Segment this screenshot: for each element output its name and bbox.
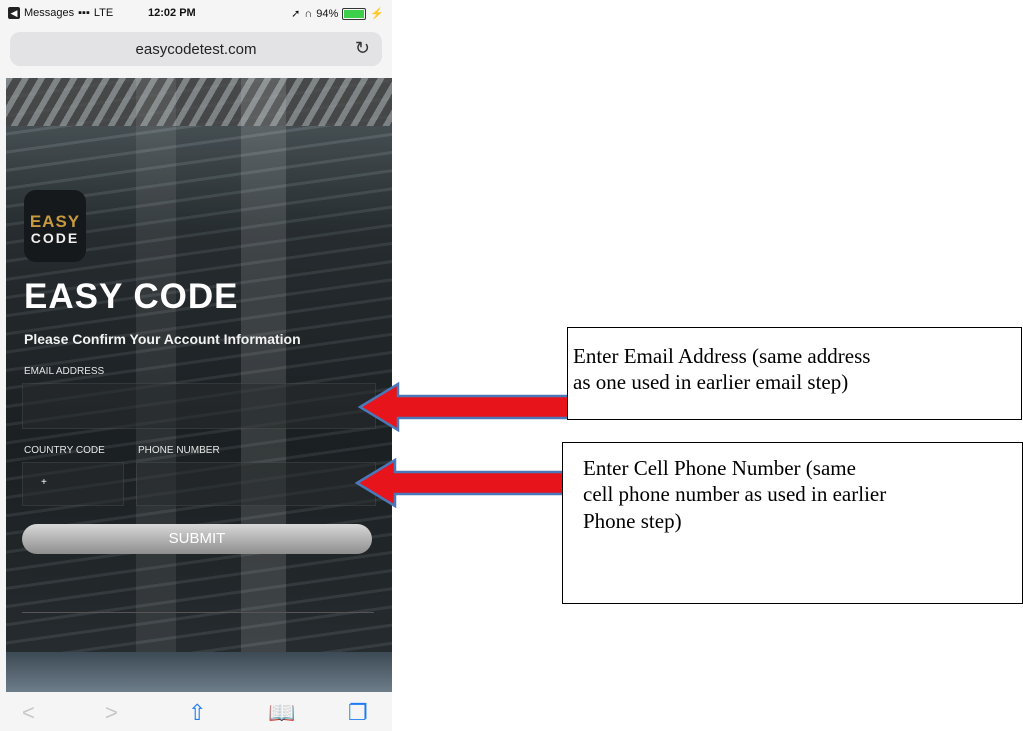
phone-number-input[interactable] <box>136 462 376 506</box>
safari-toolbar: < > ⇧ 📖 ❐ <box>0 692 392 731</box>
background-photo-bottom <box>6 652 392 692</box>
page-title: EASY CODE <box>24 277 239 316</box>
back-app-label[interactable]: Messages <box>24 7 74 19</box>
status-time: 12:02 PM <box>148 7 196 19</box>
phone-number-label: PHONE NUMBER <box>138 445 220 456</box>
arrow-to-phone-field <box>355 457 569 509</box>
email-input[interactable] <box>22 383 376 429</box>
battery-percent: 94% <box>316 7 339 20</box>
submit-button[interactable]: SUBMIT <box>22 524 372 554</box>
forward-arrow-icon[interactable]: > <box>105 700 118 726</box>
phone-callout-line2: cell phone number as used in earlier <box>583 482 887 507</box>
back-to-app-icon[interactable]: ◀ <box>8 7 20 19</box>
battery-icon <box>342 7 367 20</box>
phone-instruction-callout: Enter Cell Phone Number (same cell phone… <box>562 442 1023 604</box>
back-arrow-icon[interactable]: < <box>22 700 35 726</box>
page-subtitle: Please Confirm Your Account Information <box>24 331 301 347</box>
bookmarks-icon[interactable]: 📖 <box>268 700 295 726</box>
headphones-icon: ∩ <box>304 7 313 20</box>
logo-line2: CODE <box>30 230 80 246</box>
logo-line1: EASY <box>29 212 81 231</box>
easy-code-logo: EASY CODE <box>24 190 86 262</box>
phone-screenshot: ◀ Messages ▪▪▪ LTE 12:02 PM ➚ ∩ 94% ⚡ ea… <box>0 0 392 731</box>
country-code-value: + <box>41 477 47 488</box>
email-label: EMAIL ADDRESS <box>24 366 105 377</box>
address-bar[interactable]: easycodetest.com ↻ <box>10 32 382 66</box>
signal-icon: ▪▪▪ <box>78 7 90 19</box>
email-instruction-callout: Enter Email Address (same address as one… <box>567 327 1022 420</box>
reload-icon[interactable]: ↻ <box>355 38 370 59</box>
status-bar: ◀ Messages ▪▪▪ LTE 12:02 PM ➚ ∩ 94% ⚡ <box>0 0 392 28</box>
background-photo-top <box>6 78 392 126</box>
share-icon[interactable]: ⇧ <box>188 700 206 726</box>
phone-callout-line1: Enter Cell Phone Number (same <box>583 456 856 480</box>
web-page: EASY CODE EASY CODE Please Confirm Your … <box>6 78 392 692</box>
email-callout-line1: Enter Email Address (same address <box>573 344 871 368</box>
country-code-input[interactable]: + <box>22 462 124 506</box>
email-callout-line2: as one used in earlier email step) <box>573 370 849 395</box>
url-text[interactable]: easycodetest.com <box>10 41 382 58</box>
location-icon: ➚ <box>291 8 301 20</box>
charging-icon: ⚡ <box>370 8 384 20</box>
network-label: LTE <box>93 7 114 19</box>
country-code-label: COUNTRY CODE <box>24 445 105 456</box>
divider <box>22 612 374 613</box>
phone-callout-line3: Phone step) <box>583 508 682 533</box>
arrow-to-email-field <box>358 381 572 433</box>
tabs-icon[interactable]: ❐ <box>348 700 368 726</box>
